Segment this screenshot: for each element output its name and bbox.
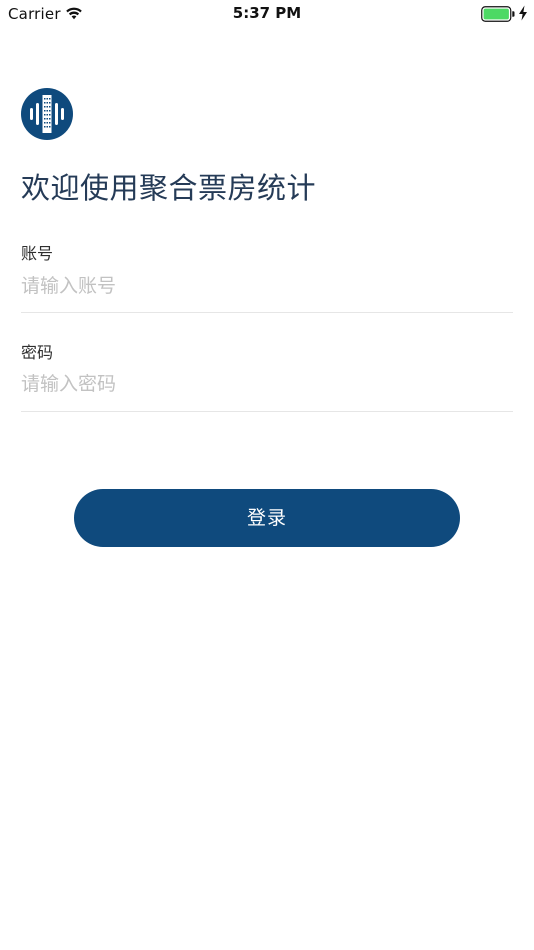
login-screen: Carrier 5:37 PM 欢迎使用聚合票房统计 账号 请输入账号 密码 登… bbox=[0, 0, 534, 950]
password-divider bbox=[21, 411, 513, 412]
status-bar: Carrier 5:37 PM bbox=[0, 0, 534, 30]
app-logo-icon bbox=[21, 88, 73, 140]
battery-icon bbox=[481, 6, 515, 22]
account-label: 账号 bbox=[21, 244, 54, 263]
account-input[interactable] bbox=[21, 269, 513, 303]
login-button[interactable]: 登录 bbox=[74, 489, 460, 547]
page-title: 欢迎使用聚合票房统计 bbox=[21, 171, 317, 205]
account-divider bbox=[21, 312, 513, 313]
password-label: 密码 bbox=[21, 343, 54, 362]
password-input[interactable] bbox=[21, 367, 513, 401]
charging-icon bbox=[519, 5, 527, 21]
status-time: 5:37 PM bbox=[232, 4, 302, 22]
